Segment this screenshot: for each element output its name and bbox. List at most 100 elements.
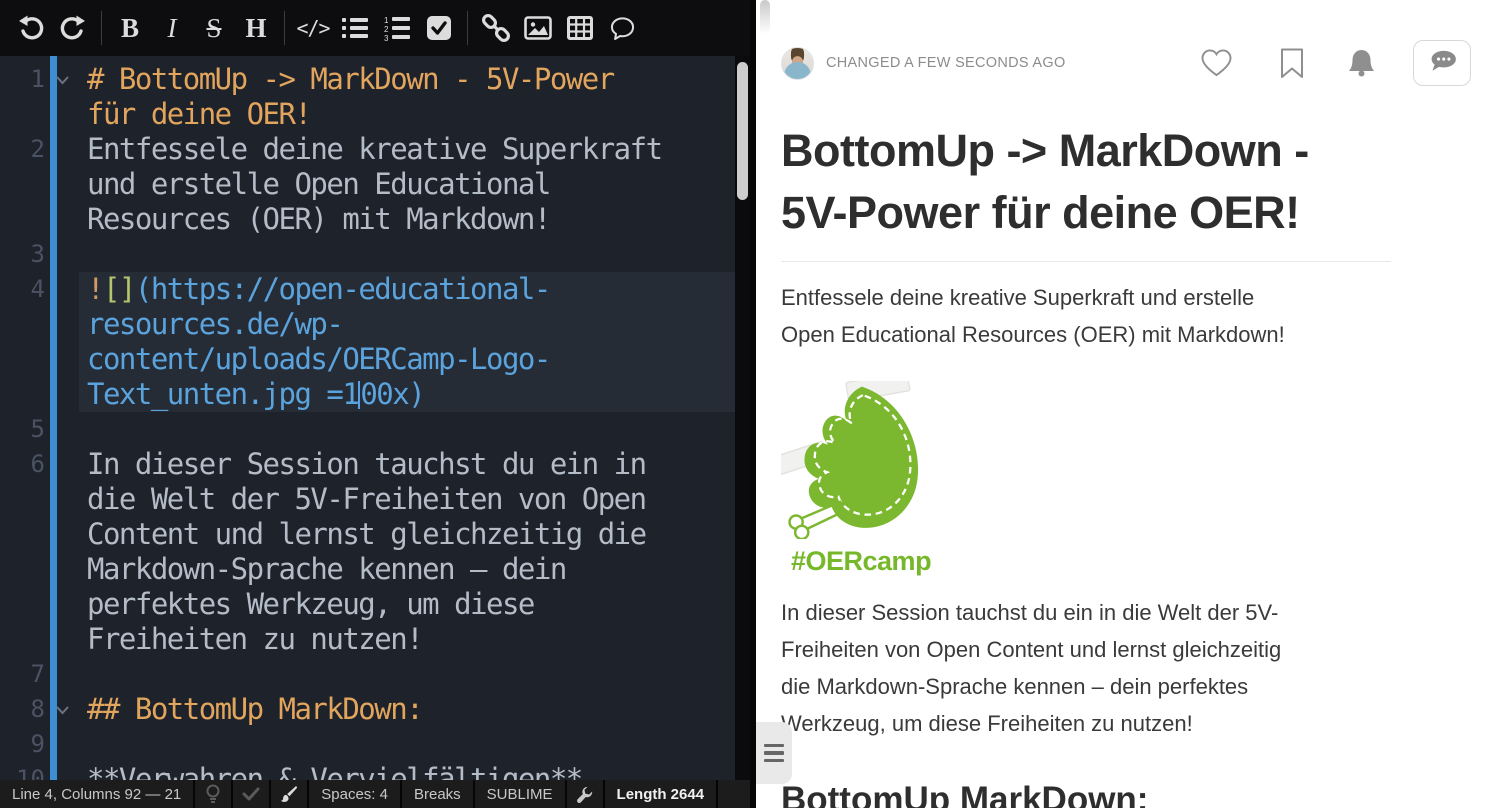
fold-gutter	[45, 762, 79, 780]
fold-gutter	[45, 657, 79, 692]
undo-button[interactable]	[10, 0, 52, 56]
image-button[interactable]	[517, 0, 559, 56]
fold-chevron-icon[interactable]	[45, 692, 79, 727]
night-mode-button[interactable]	[195, 780, 233, 808]
editor-scrollbar-track[interactable]	[735, 56, 750, 780]
linebreak-setting[interactable]: Breaks	[402, 780, 475, 808]
fold-gutter	[45, 622, 79, 657]
comments-panel-button[interactable]	[1413, 40, 1471, 86]
editor-row[interactable]: 5	[0, 412, 750, 447]
bold-button[interactable]: B	[109, 0, 151, 56]
line-number: 2	[0, 132, 45, 167]
oercamp-logo: #OERcamp	[781, 381, 946, 577]
editor-row[interactable]: 9	[0, 727, 750, 762]
like-button[interactable]	[1201, 49, 1232, 77]
checklist-button[interactable]	[418, 0, 460, 56]
line-number: 4	[0, 272, 45, 307]
code-text: und erstelle Open Educational	[79, 167, 735, 202]
toc-toggle-handle[interactable]	[756, 722, 792, 784]
bold-icon: B	[121, 13, 139, 44]
code-text	[79, 237, 735, 272]
table-icon	[567, 16, 593, 40]
editor-row[interactable]: Freiheiten zu nutzen!	[0, 622, 750, 657]
author-avatar[interactable]	[781, 47, 814, 80]
line-number	[0, 307, 45, 342]
cursor-position-status[interactable]: Line 4, Columns 92 — 21	[0, 780, 195, 808]
session-paragraph: In dieser Session tauchst du ein in die …	[781, 594, 1381, 742]
indent-setting[interactable]: Spaces: 4	[309, 780, 402, 808]
spellcheck-button[interactable]	[233, 780, 271, 808]
line-number	[0, 342, 45, 377]
editor-row[interactable]: für deine OER!	[0, 97, 750, 132]
code-text: perfektes Werkzeug, um diese	[79, 587, 735, 622]
fold-gutter	[45, 202, 79, 237]
hamburger-icon	[764, 744, 784, 748]
editor-row[interactable]: content/uploads/OERCamp-Logo-	[0, 342, 750, 377]
code-button[interactable]: </>	[292, 0, 334, 56]
line-number: 1	[0, 62, 45, 97]
editor-row[interactable]: 10**Verwahren & Vervielfältigen**	[0, 762, 750, 780]
oercamp-logo-text: #OERcamp	[781, 546, 946, 577]
strikethrough-button[interactable]: S	[193, 0, 235, 56]
editor-surface[interactable]: 1 # BottomUp -> MarkDown - 5V-Powerfür de…	[0, 56, 750, 780]
editor-row[interactable]: Text_unten.jpg =100x)	[0, 377, 750, 412]
preferences-button[interactable]	[567, 780, 605, 808]
code-text: ## BottomUp MarkDown:	[79, 692, 735, 727]
cursor-position-label: Line 4, Columns 92 — 21	[12, 786, 181, 803]
editor-scrollbar-thumb[interactable]	[737, 62, 748, 200]
editor-row[interactable]: Markdown-Sprache kennen – dein	[0, 552, 750, 587]
fold-gutter	[45, 132, 79, 167]
theme-button[interactable]	[271, 780, 309, 808]
section-heading: BottomUp MarkDown:	[781, 780, 1416, 808]
editor-row[interactable]: 1 # BottomUp -> MarkDown - 5V-Power	[0, 62, 750, 97]
comment-button[interactable]	[601, 0, 643, 56]
preview-pane: CHANGED A FEW SECONDS AGO	[756, 0, 1500, 808]
checklist-icon	[426, 15, 452, 41]
code-text: ![](https://open-educational-	[79, 272, 735, 307]
link-button[interactable]	[475, 0, 517, 56]
code-text: die Welt der 5V-Freiheiten von Open	[79, 482, 735, 517]
toolbar-separator	[101, 11, 102, 45]
heading-button[interactable]: H	[235, 0, 277, 56]
code-text: # BottomUp -> MarkDown - 5V-Power	[79, 62, 735, 97]
keymap-setting[interactable]: SUBLIME	[475, 780, 567, 808]
code-text: In dieser Session tauchst du ein in	[79, 447, 735, 482]
editor-row[interactable]: perfektes Werkzeug, um diese	[0, 587, 750, 622]
editor-row[interactable]: 7	[0, 657, 750, 692]
editor-row[interactable]: 8 ## BottomUp MarkDown:	[0, 692, 750, 727]
editor-row[interactable]: 4 ![](https://open-educational-	[0, 272, 750, 307]
table-button[interactable]	[559, 0, 601, 56]
code-icon: </>	[296, 16, 329, 40]
notifications-button[interactable]	[1348, 48, 1375, 78]
fold-gutter	[45, 377, 79, 412]
editor-row[interactable]: Content und lernst gleichzeitig die	[0, 517, 750, 552]
editor-row[interactable]: 2Entfessele deine kreative Superkraft	[0, 132, 750, 167]
preview-scrollbar-thumb[interactable]	[760, 0, 770, 34]
oercamp-flame-icon	[781, 381, 941, 539]
italic-button[interactable]: I	[151, 0, 193, 56]
bell-icon	[1348, 48, 1375, 78]
editor-row[interactable]: Resources (OER) mit Markdown!	[0, 202, 750, 237]
code-text	[79, 727, 735, 762]
fold-gutter	[45, 552, 79, 587]
line-number	[0, 167, 45, 202]
fold-gutter	[45, 447, 79, 482]
fold-chevron-icon[interactable]	[45, 62, 79, 97]
unordered-list-icon	[342, 16, 368, 40]
editor-row[interactable]: 6In dieser Session tauchst du ein in	[0, 447, 750, 482]
line-number: 8	[0, 692, 45, 727]
code-text: Resources (OER) mit Markdown!	[79, 202, 735, 237]
app-window: B I S H </> 1 2 3	[0, 0, 1500, 808]
unordered-list-button[interactable]	[334, 0, 376, 56]
editor-row[interactable]: die Welt der 5V-Freiheiten von Open	[0, 482, 750, 517]
editor-row[interactable]: und erstelle Open Educational	[0, 167, 750, 202]
heart-icon	[1201, 49, 1232, 77]
editor-row[interactable]: resources.de/wp-	[0, 307, 750, 342]
editor-rows: 1 # BottomUp -> MarkDown - 5V-Powerfür de…	[0, 62, 750, 780]
redo-button[interactable]	[52, 0, 94, 56]
bookmark-button[interactable]	[1280, 48, 1304, 79]
svg-text:3: 3	[384, 34, 389, 41]
editor-row[interactable]: 3	[0, 237, 750, 272]
ordered-list-button[interactable]: 1 2 3	[376, 0, 418, 56]
fold-gutter	[45, 412, 79, 447]
